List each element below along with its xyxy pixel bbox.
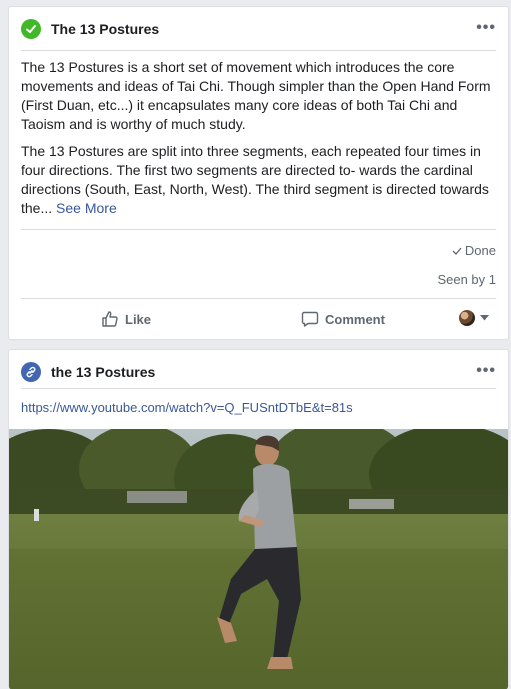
like-button[interactable]: Like [101,310,151,328]
post-header: The 13 Postures ••• [21,19,496,39]
post-title: the 13 Postures [51,364,156,380]
post-actions: Like Comment [21,307,496,333]
like-label: Like [125,311,152,327]
video-thumbnail[interactable] [9,429,508,689]
reaction-audience-selector[interactable] [459,310,495,326]
post-header: the 13 Postures ••• [21,362,496,382]
done-label: Done [464,243,496,258]
thumbs-up-icon [102,311,118,327]
comment-label: Comment [325,311,385,327]
done-status[interactable]: Done [452,243,496,258]
divider [21,229,496,230]
see-more-link[interactable]: See More [56,200,117,216]
caret-down-icon [480,315,489,321]
avatar [459,310,475,326]
divider [21,298,496,299]
more-options-icon[interactable]: ••• [476,20,496,36]
seen-by: Seen by 1 [437,272,496,287]
comment-icon [301,311,319,327]
video-link[interactable]: https://www.youtube.com/watch?v=Q_FUSntD… [21,400,353,415]
post-body: The 13 Postures is a short set of moveme… [21,58,494,134]
checkmark-icon [452,247,462,255]
post-card-link: the 13 Postures ••• https://www.youtube.… [8,349,509,689]
divider [21,388,496,389]
comment-button[interactable]: Comment [301,310,385,328]
check-circle-icon [21,19,41,39]
link-circle-icon [21,362,41,382]
post-title: The 13 Postures [51,21,160,37]
more-options-icon[interactable]: ••• [476,363,496,379]
body-paragraph-1: The 13 Postures is a short set of moveme… [21,59,491,132]
divider [21,50,496,51]
post-body-2: The 13 Postures are split into three seg… [21,142,494,218]
post-card-13-postures: The 13 Postures ••• The 13 Postures is a… [8,6,509,340]
